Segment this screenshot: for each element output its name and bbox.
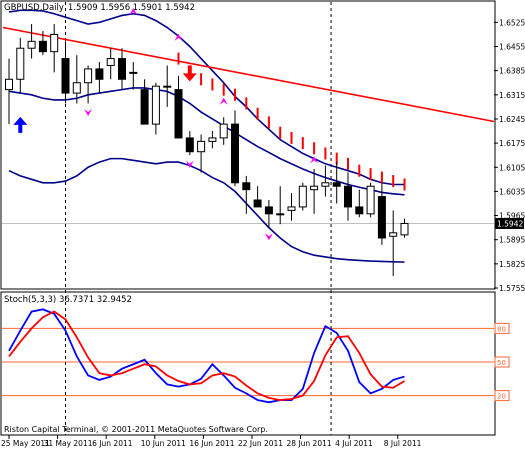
- candle-body: [118, 58, 126, 80]
- copyright-label: Riston Capital Terminal, © 2001-2011 Met…: [4, 425, 268, 434]
- stoch-level-label: 20: [497, 393, 506, 401]
- candle-body: [208, 137, 217, 142]
- candle-body: [95, 68, 104, 80]
- candle-body: [231, 123, 239, 184]
- current-price-label: 1.5942: [497, 219, 523, 228]
- background: [0, 0, 525, 450]
- candle-body: [264, 206, 273, 215]
- price-tick-label: 1.5895: [499, 236, 525, 245]
- candle-body: [321, 182, 330, 187]
- stoch-level-label: 80: [497, 325, 506, 333]
- candle-body: [185, 137, 194, 153]
- candle-body: [298, 185, 307, 208]
- time-tick-label: 31 May 2011: [44, 439, 93, 448]
- price-tick-label: 1.6105: [499, 163, 525, 172]
- time-tick-label: 28 Jun 2011: [287, 439, 332, 448]
- candle-body: [174, 89, 183, 139]
- candle-body: [366, 185, 375, 215]
- candle-body: [276, 213, 285, 216]
- price-tick-label: 1.6245: [499, 115, 525, 124]
- chart-canvas[interactable]: 20 50 80 1.6525 1.6455 1.6385 1.6315 1.6245 1.6…: [0, 0, 525, 450]
- candle-body: [163, 85, 172, 88]
- candle-body: [16, 47, 25, 80]
- candle-body: [219, 123, 228, 139]
- candle-body: [129, 71, 138, 74]
- time-tick-label: 8 Jul 2011: [384, 439, 422, 448]
- candle-body: [140, 89, 149, 125]
- candle-body: [72, 82, 81, 94]
- price-tick-label: 1.5755: [499, 284, 525, 293]
- candle-body: [287, 206, 296, 211]
- candle-body: [5, 78, 13, 91]
- candle-body: [50, 33, 59, 53]
- candle-body: [253, 199, 262, 208]
- price-tick-label: 1.6315: [499, 91, 525, 100]
- time-tick-label: 4 Jul 2011: [335, 439, 373, 448]
- time-tick-label: 6 Jun 2011: [92, 439, 133, 448]
- time-tick-label: 16 Jun 2011: [189, 439, 234, 448]
- candle-body: [38, 40, 47, 53]
- candle-body: [84, 68, 93, 84]
- candle-body: [389, 232, 398, 237]
- candle-body: [400, 222, 409, 236]
- candle-body: [242, 182, 251, 191]
- candle-body: [27, 40, 36, 49]
- candle-body: [377, 196, 386, 239]
- time-tick-label: 10 Jun 2011: [141, 439, 186, 448]
- price-tick-label: 1.6035: [499, 187, 525, 196]
- candle-body: [151, 85, 160, 125]
- candle-body: [332, 182, 341, 187]
- candle-body: [344, 185, 352, 208]
- stoch-level-label: 50: [497, 359, 506, 367]
- stoch-header: Stoch(5,3,3) 36.7371 32.9452: [4, 295, 132, 305]
- price-tick-label: 1.6455: [499, 43, 525, 52]
- symbol-label: GBPUSD,Daily 1.5909 1.5956 1.5901 1.5942: [4, 3, 195, 13]
- price-tick-label: 1.6525: [499, 18, 525, 27]
- candle-body: [355, 206, 364, 215]
- time-tick-label: 22 Jun 2011: [238, 439, 283, 448]
- candle-body: [106, 58, 115, 66]
- price-tick-label: 1.6175: [499, 139, 525, 148]
- price-tick-label: 1.6385: [499, 67, 525, 76]
- candle-body: [61, 58, 70, 94]
- candle-body: [310, 185, 319, 191]
- chart-window: 20 50 80 1.6525 1.6455 1.6385 1.6315 1.6245 1.6…: [0, 0, 525, 450]
- price-tick-label: 1.5825: [499, 260, 525, 269]
- candle-body: [197, 140, 206, 153]
